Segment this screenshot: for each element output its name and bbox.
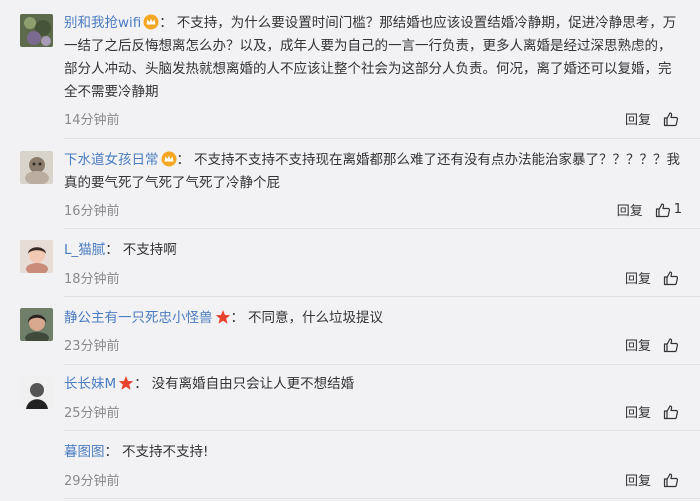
comment-actions: 回复 [625,109,682,128]
comment-item: 暮图图： 不支持不支持! 29分钟前 回复 [0,430,700,501]
comment-separator: ： [159,15,173,31]
comment-text: 不同意，什么垃圾提议 [248,310,383,326]
comment-time: 25分钟前 [64,406,120,421]
comment-username[interactable]: 静公主有一只死忠小怪兽 [64,310,213,326]
comment-body: 别和我抢wifi：不支持，为什么要设置时间门槛？那结婚也应该设置结婚冷静期，促进… [64,12,682,104]
avatar[interactable] [20,308,53,341]
thumbs-up-icon [663,337,679,353]
comment-body: 静公主有一只死忠小怪兽 ：不同意，什么垃圾提议 [64,307,682,330]
like-button[interactable] [663,337,682,353]
avatar[interactable] [20,14,53,47]
reply-button[interactable]: 回复 [625,470,651,489]
thumbs-up-icon [655,202,671,218]
reply-button[interactable]: 回复 [625,268,651,287]
comment-actions: 回复 1 [617,200,682,219]
comment-time: 16分钟前 [64,204,120,219]
avatar[interactable] [20,151,53,184]
comment-actions: 回复 [625,470,682,489]
crown-icon [161,151,177,167]
like-button[interactable] [663,404,682,420]
comment-item: 别和我抢wifi：不支持，为什么要设置时间门槛？那结婚也应该设置结婚冷静期，促进… [0,0,700,139]
like-button[interactable] [663,111,682,127]
divider [64,498,700,499]
comment-actions: 回复 [625,268,682,287]
crown-icon [143,14,159,30]
comment-body: L_猫腻： 不支持啊 [64,239,682,262]
comment-body: 暮图图： 不支持不支持! [64,441,682,464]
comment-time: 18分钟前 [64,272,120,287]
comment-item: L_猫腻： 不支持啊 18分钟前 回复 [0,228,700,297]
like-button[interactable]: 1 [655,202,682,218]
reply-button[interactable]: 回复 [625,335,651,354]
avatar[interactable] [20,240,53,273]
comment-separator: ： [134,376,148,392]
thumbs-up-icon [663,472,679,488]
comment-item: 长长妹M ：没有离婚自由只会让人更不想结婚 25分钟前 回复 [0,364,700,431]
comment-body: 长长妹M ：没有离婚自由只会让人更不想结婚 [64,373,682,396]
comment-separator: ： [105,242,119,258]
comment-item: 静公主有一只死忠小怪兽 ：不同意，什么垃圾提议 23分钟前 回复 [0,296,700,365]
comment-separator: ： [104,444,119,460]
thumbs-up-icon [663,404,679,420]
comment-separator: ： [230,310,245,326]
thumbs-up-icon [663,111,679,127]
star-icon [215,309,231,325]
comment-username[interactable]: 长长妹M [64,376,116,392]
comment-time: 29分钟前 [64,474,120,489]
comment-text: 不支持不支持! [122,444,209,460]
like-button[interactable] [663,472,682,488]
thumbs-up-icon [663,270,679,286]
reply-button[interactable]: 回复 [617,200,643,219]
reply-button[interactable]: 回复 [625,109,651,128]
comment-username[interactable]: L_猫腻 [64,242,105,258]
comment-actions: 回复 [625,402,682,421]
comment-item: 下水道女孩日常：不支持不支持不支持现在离婚都那么难了还有没有点办法能治家暴了？？… [0,138,700,229]
comment-text: 不支持啊 [122,242,177,258]
comment-body: 下水道女孩日常：不支持不支持不支持现在离婚都那么难了还有没有点办法能治家暴了？？… [64,149,682,195]
comment-separator: ： [176,152,191,168]
like-count: 1 [673,202,682,217]
comment-username[interactable]: 暮图图 [64,444,105,460]
like-button[interactable] [663,270,682,286]
comment-username[interactable]: 下水道女孩日常 [64,152,159,168]
star-icon [118,375,134,391]
comment-actions: 回复 [625,335,682,354]
comment-username[interactable]: 别和我抢wifi [64,15,141,31]
comment-time: 23分钟前 [64,339,120,354]
comment-time: 14分钟前 [64,113,120,128]
avatar[interactable] [20,376,53,409]
reply-button[interactable]: 回复 [625,402,651,421]
comment-text: 没有离婚自由只会让人更不想结婚 [151,376,355,392]
